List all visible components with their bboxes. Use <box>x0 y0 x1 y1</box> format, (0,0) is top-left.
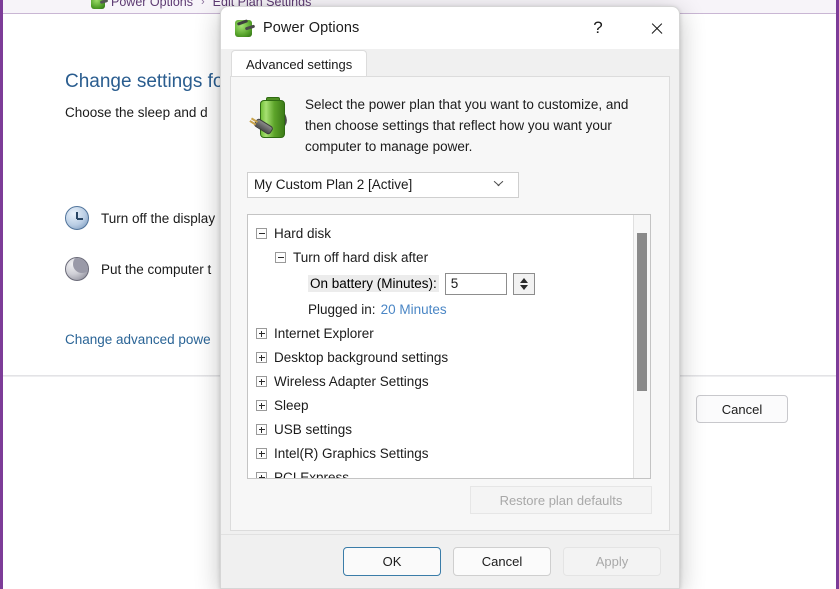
power-options-dialog: Power Options ? Advanced settings Select… <box>220 6 680 589</box>
advanced-settings-tree[interactable]: Hard disk Turn off hard disk after On ba… <box>247 213 651 479</box>
tree-item-label: Wireless Adapter Settings <box>274 374 429 390</box>
setting-row-turn-off-display: Turn off the display <box>65 206 215 230</box>
expand-icon[interactable] <box>256 328 267 340</box>
tree-item-wireless-adapter-settings[interactable]: Wireless Adapter Settings <box>253 370 632 394</box>
expand-icon[interactable] <box>256 400 267 412</box>
breadcrumb-dropdown-icon[interactable]: ▾ <box>524 0 546 4</box>
collapse-icon[interactable] <box>275 252 286 264</box>
dialog-footer: OK Cancel Apply <box>221 534 679 588</box>
on-battery-label: On battery (Minutes): <box>308 275 439 293</box>
battery-plug-icon <box>246 95 293 143</box>
tree-item-label: Intel(R) Graphics Settings <box>274 446 429 462</box>
restore-plan-defaults-button[interactable]: Restore plan defaults <box>470 486 652 514</box>
help-button[interactable]: ? <box>575 7 621 49</box>
tree-item-label: Desktop background settings <box>274 350 449 366</box>
power-options-icon <box>91 0 105 9</box>
stepper-down-icon[interactable] <box>519 284 528 290</box>
power-plan-selected-value: My Custom Plan 2 [Active] <box>254 177 413 193</box>
tab-advanced-settings[interactable]: Advanced settings <box>231 50 368 77</box>
quantity-stepper[interactable] <box>512 272 535 295</box>
tree-items: Hard disk Turn off hard disk after On ba… <box>248 215 632 478</box>
tree-item-label: Internet Explorer <box>274 326 374 342</box>
page-title: Change settings for <box>65 71 230 92</box>
tree-item-label: Sleep <box>274 398 309 414</box>
breadcrumb-root[interactable]: Power Options <box>111 0 193 9</box>
moon-icon <box>65 257 89 281</box>
power-plug-icon <box>235 19 252 37</box>
tree-item-internet-explorer[interactable]: Internet Explorer <box>253 322 632 346</box>
power-plan-select[interactable]: My Custom Plan 2 [Active] <box>247 171 519 198</box>
tree-item-label: Hard disk <box>274 226 332 242</box>
clock-icon <box>65 206 89 230</box>
apply-button[interactable]: Apply <box>563 547 661 576</box>
dialog-panel: Select the power plan that you want to c… <box>230 76 670 531</box>
tree-item-pci-express[interactable]: PCI Express <box>253 466 632 479</box>
tree-item-label: Turn off hard disk after <box>293 250 429 266</box>
tree-item-turn-off-hard-disk-after[interactable]: Turn off hard disk after <box>253 246 632 270</box>
page-subtitle: Choose the sleep and d <box>65 105 208 120</box>
cancel-button[interactable]: Cancel <box>453 547 551 576</box>
plugged-in-row[interactable]: Plugged in: 20 Minutes <box>253 298 632 322</box>
on-battery-minutes-input[interactable]: 5 <box>444 272 507 295</box>
tab-strip: Advanced settings <box>221 49 679 77</box>
tree-item-sleep[interactable]: Sleep <box>253 394 632 418</box>
expand-icon[interactable] <box>256 424 267 436</box>
setting-label-turn-off-display: Turn off the display <box>101 210 216 226</box>
close-button[interactable] <box>633 7 679 49</box>
scrollbar-thumb[interactable] <box>637 232 647 391</box>
search-control-panel-input[interactable]: Search Control Panel <box>709 0 828 4</box>
tree-item-intel-graphics-settings[interactable]: Intel(R) Graphics Settings <box>253 442 632 466</box>
setting-label-sleep: Put the computer t <box>101 261 212 277</box>
expand-icon[interactable] <box>256 376 267 388</box>
collapse-icon[interactable] <box>256 228 267 240</box>
tree-scrollbar[interactable] <box>633 214 650 478</box>
tree-item-usb-settings[interactable]: USB settings <box>253 418 632 442</box>
breadcrumb-separator: › <box>200 0 205 8</box>
description-block: Select the power plan that you want to c… <box>231 77 669 158</box>
expand-icon[interactable] <box>256 472 267 478</box>
change-advanced-power-settings-link[interactable]: Change advanced powe <box>65 332 211 347</box>
expand-icon[interactable] <box>256 352 267 364</box>
setting-row-sleep: Put the computer t <box>65 257 211 281</box>
refresh-icon[interactable]: ⟳ <box>551 0 573 4</box>
dialog-title: Power Options <box>263 20 360 36</box>
background-cancel-button[interactable]: Cancel <box>696 395 788 423</box>
description-text: Select the power plan that you want to c… <box>305 97 629 154</box>
tree-item-label: USB settings <box>274 422 353 438</box>
close-icon <box>650 22 663 35</box>
tree-item-desktop-background-settings[interactable]: Desktop background settings <box>253 346 632 370</box>
plugged-in-label: Plugged in: <box>308 302 376 318</box>
chevron-down-icon <box>494 181 509 190</box>
expand-icon[interactable] <box>256 448 267 460</box>
tree-item-label: PCI Express <box>274 470 350 479</box>
ok-button[interactable]: OK <box>343 547 441 576</box>
plugged-in-value[interactable]: 20 Minutes <box>381 302 447 317</box>
dialog-title-bar[interactable]: Power Options ? <box>221 7 679 49</box>
stepper-up-icon[interactable] <box>519 277 528 283</box>
on-battery-minutes-row: On battery (Minutes): 5 <box>253 270 632 298</box>
tree-item-hard-disk[interactable]: Hard disk <box>253 222 632 246</box>
